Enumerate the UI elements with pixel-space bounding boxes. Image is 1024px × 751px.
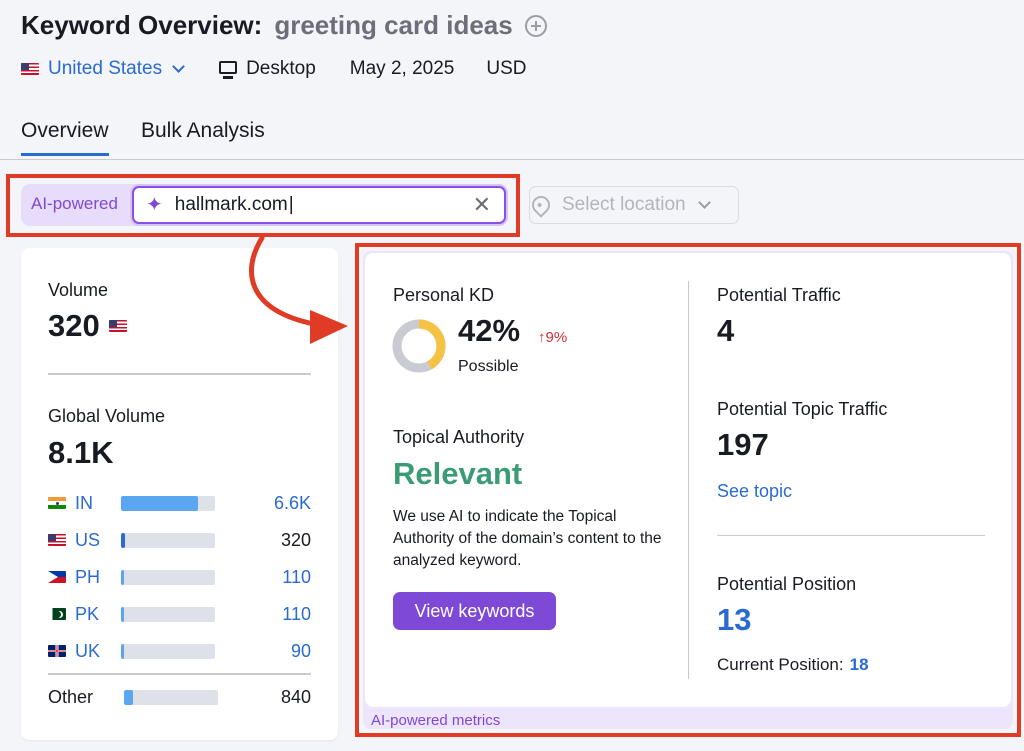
device-indicator[interactable]: Desktop <box>219 58 316 80</box>
desktop-icon <box>219 61 238 79</box>
kd-donut-chart <box>392 319 446 373</box>
page-header: Keyword Overview: greeting card ideas <box>21 10 547 41</box>
divider <box>48 373 311 375</box>
current-position-label: Current Position: <box>717 655 844 674</box>
potential-traffic-label: Potential Traffic <box>717 285 841 305</box>
country-label: United States <box>48 58 163 79</box>
see-topic-link[interactable]: See topic <box>717 481 792 502</box>
country-code[interactable]: UK <box>75 641 121 662</box>
country-row-uk: UK 90 <box>48 640 311 662</box>
add-plus-icon[interactable] <box>524 14 547 37</box>
country-row-other: Other 840 <box>48 686 311 708</box>
volume-share-fill <box>121 606 124 622</box>
potential-position-label: Potential Position <box>717 574 857 594</box>
volume-share-bar <box>121 606 215 622</box>
search-highlight-box <box>6 174 520 237</box>
keyword-title: greeting card ideas <box>274 10 513 40</box>
volume-label: Volume <box>48 280 109 300</box>
personal-kd-value: 42% <box>458 313 521 348</box>
pakistan-flag-icon <box>48 608 66 620</box>
tab-bulk-analysis[interactable]: Bulk Analysis <box>141 119 265 155</box>
location-select[interactable]: Select location <box>528 186 739 224</box>
volume-share-fill <box>121 532 125 548</box>
chevron-down-icon <box>697 196 711 209</box>
volume-share-fill <box>121 495 199 511</box>
location-pin-icon <box>528 192 554 218</box>
meta-row: United States Desktop May 2, 2025 USD <box>21 56 526 82</box>
country-row-ph: PH 110 <box>48 566 311 588</box>
view-keywords-button[interactable]: View keywords <box>393 592 556 630</box>
personal-kd-status: Possible <box>458 358 519 375</box>
page-title: Keyword Overview: <box>21 10 263 40</box>
country-volume[interactable]: 6.6K <box>215 493 311 514</box>
volume-share-bar <box>124 689 218 705</box>
india-flag-icon <box>48 497 66 509</box>
vertical-divider <box>688 281 689 679</box>
country-row-pk: PK 110 <box>48 603 311 625</box>
volume-share-bar <box>121 569 215 585</box>
current-position-value[interactable]: 18 <box>850 655 869 675</box>
country-dropdown[interactable]: United States <box>21 58 185 80</box>
potential-topic-traffic-value: 197 <box>717 427 769 462</box>
current-position-row: Current Position: 18 <box>717 655 869 675</box>
global-volume-value: 8.1K <box>48 435 114 470</box>
volume-share-bar <box>121 495 215 511</box>
country-code[interactable]: PH <box>75 567 121 588</box>
country-volume[interactable]: 110 <box>215 567 311 588</box>
country-volume[interactable]: 110 <box>215 604 311 625</box>
us-flag-icon <box>48 534 66 546</box>
uk-flag-icon <box>48 645 66 657</box>
divider <box>717 535 985 536</box>
volume-share-fill <box>121 643 124 659</box>
annotation-arrow-head <box>310 310 348 344</box>
date-label: May 2, 2025 <box>349 58 455 79</box>
divider <box>48 673 311 675</box>
us-flag-icon <box>108 320 127 332</box>
volume-share-bar <box>121 532 215 548</box>
personal-kd-label: Personal KD <box>393 285 495 305</box>
country-volume[interactable]: 90 <box>215 641 311 662</box>
tabs-divider <box>0 159 1024 160</box>
volume-share-bar <box>121 643 215 659</box>
device-label: Desktop <box>246 58 316 79</box>
volume-share-fill-other <box>124 689 134 705</box>
annotation-arrow-icon <box>249 235 348 344</box>
personal-kd-change: ↑9% <box>538 329 568 346</box>
topical-authority-description: We use AI to indicate the Topical Author… <box>393 508 662 569</box>
global-volume-label: Global Volume <box>48 406 166 426</box>
annotation-arrow-line <box>249 235 317 327</box>
potential-traffic-value: 4 <box>717 313 735 348</box>
us-flag-icon <box>21 63 39 75</box>
currency-label: USD <box>486 58 527 79</box>
volume-share-fill <box>121 569 124 585</box>
volume-value: 320 <box>48 308 100 343</box>
country-row-us: US 320 <box>48 529 311 551</box>
topical-authority-label: Topical Authority <box>393 427 525 447</box>
potential-topic-traffic-label: Potential Topic Traffic <box>717 399 888 419</box>
location-placeholder: Select location <box>562 194 686 215</box>
philippines-flag-icon <box>48 571 66 583</box>
country-code[interactable]: US <box>75 530 121 551</box>
potential-position-value: 13 <box>717 602 752 637</box>
other-volume: 840 <box>280 686 311 707</box>
chevron-down-icon <box>172 60 185 73</box>
country-code[interactable]: IN <box>75 493 121 514</box>
volume-value-row: 320 <box>48 308 127 344</box>
country-row-in: IN 6.6K <box>48 492 311 514</box>
country-volume: 320 <box>280 529 311 550</box>
other-label: Other <box>48 686 94 707</box>
topical-authority-value: Relevant <box>393 456 523 491</box>
tab-overview[interactable]: Overview <box>21 119 109 156</box>
country-code[interactable]: PK <box>75 604 121 625</box>
